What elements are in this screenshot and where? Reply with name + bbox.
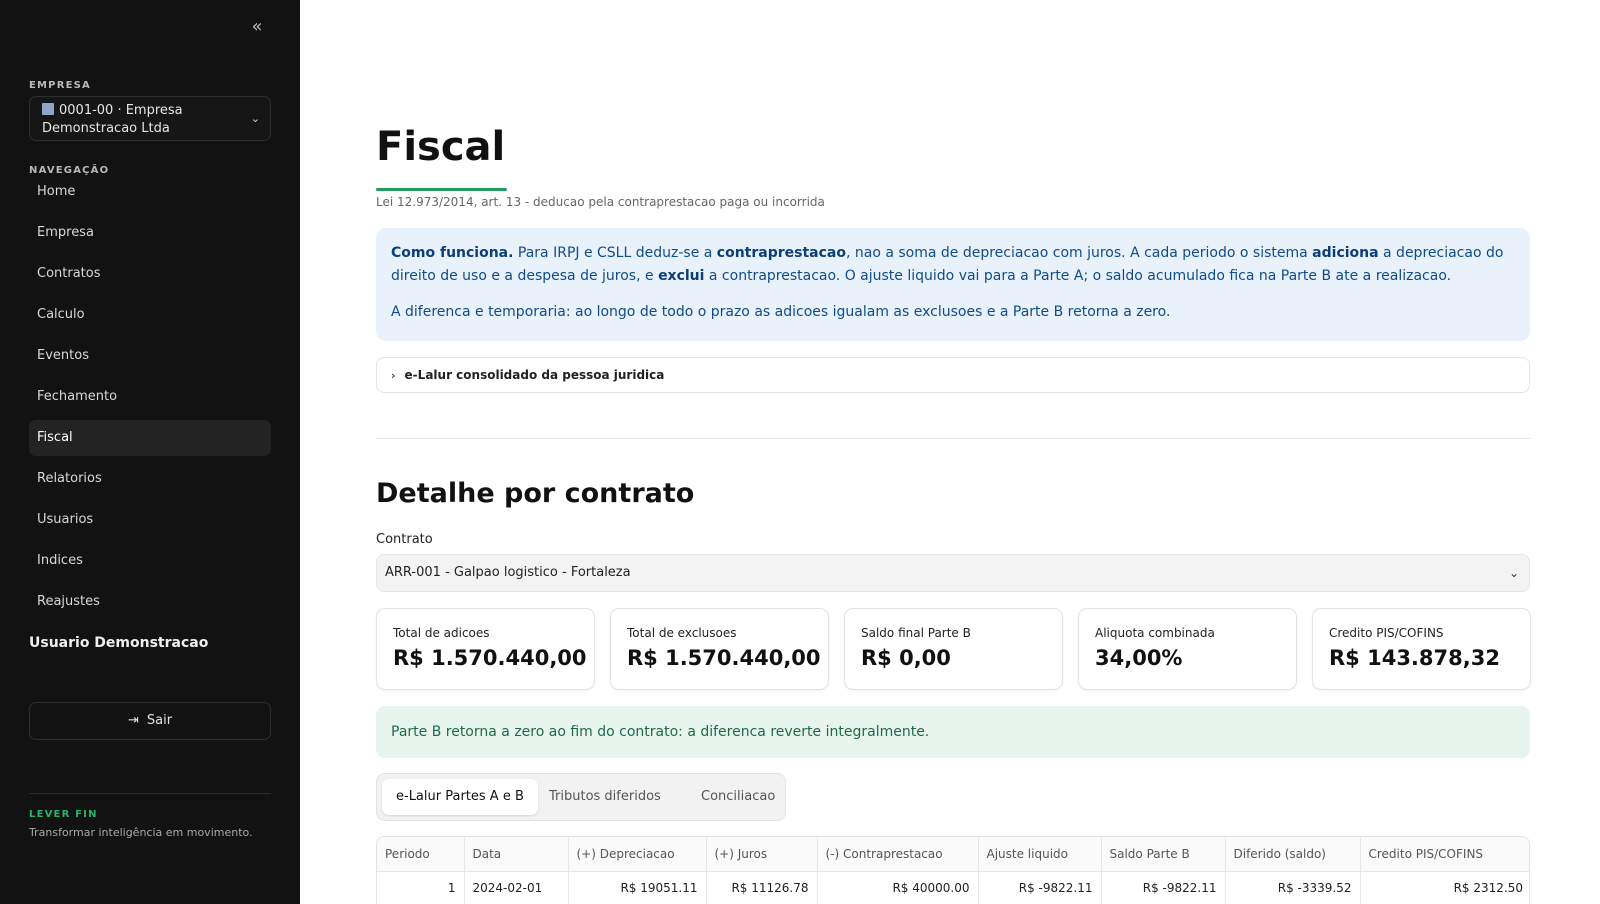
sidebar-item-fiscal[interactable]: Fiscal [29,420,271,456]
table-cell: R$ -9822.11 [1101,871,1226,904]
column-header[interactable]: Data [464,837,569,872]
elalur-consolidated-accordion[interactable]: › e-Lalur consolidado da pessoa juridica [376,357,1530,393]
sidebar-item-eventos[interactable]: Eventos [29,338,271,374]
contract-label: Contrato [376,532,433,547]
sidebar-item-calculo[interactable]: Calculo [29,297,271,333]
column-header[interactable]: (+) Juros [706,837,818,872]
card-value: R$ 0,00 [861,646,951,670]
company-select-value: 0001-00 · Empresa Demonstracao Ltda [42,103,183,136]
card-value: R$ 1.570.440,00 [393,646,587,670]
collapse-sidebar-icon[interactable]: « [246,16,268,38]
sidebar-item-fechamento[interactable]: Fechamento [29,379,271,415]
column-header[interactable]: (-) Contraprestacao [817,837,979,872]
summary-card: Total de adicoes R$ 1.570.440,00 [376,608,595,690]
logout-icon: ⇥ [127,713,139,728]
summary-card: Saldo final Parte B R$ 0,00 [844,608,1063,690]
company-select[interactable]: 0001-00 · Empresa Demonstracao Ltda ⌄ [29,96,271,141]
table-row: 1 2024-02-01 R$ 19051.11 R$ 11126.78 R$ 4000… [377,871,1529,904]
table-cell: R$ 11126.78 [706,871,818,904]
card-value: R$ 1.570.440,00 [627,646,821,670]
card-label: Credito PIS/COFINS [1329,626,1444,640]
column-header[interactable]: Ajuste liquido [978,837,1102,872]
table-cell: R$ 19051.11 [568,871,707,904]
column-header[interactable]: Credito PIS/COFINS [1360,837,1529,872]
sidebar-item-usuarios[interactable]: Usuarios [29,502,271,538]
info-text: a contraprestacao. O ajuste liquido vai … [704,268,1452,284]
summary-card: Total de exclusoes R$ 1.570.440,00 [610,608,829,690]
contract-select-value: ARR-001 - Galpao logistico - Fortaleza [385,565,631,580]
summary-card: Aliquota combinada 34,00% [1078,608,1297,690]
sidebar-item-reajustes[interactable]: Reajustes [29,584,271,620]
tab-conciliacao[interactable]: Conciliacao [687,779,789,815]
card-label: Saldo final Parte B [861,626,971,640]
card-label: Total de adicoes [393,626,490,640]
sidebar-item-relatorios[interactable]: Relatorios [29,461,271,497]
user-name: Usuario Demonstracao [29,635,209,651]
info-paragraph-2: A diferenca e temporaria: ao longo de to… [391,304,1171,320]
info-keyword: adiciona [1312,245,1379,261]
building-icon [42,103,54,115]
tab-tributos-diferidos[interactable]: Tributos diferidos [535,779,675,815]
column-header[interactable]: (+) Depreciacao [568,837,707,872]
card-label: Aliquota combinada [1095,626,1215,640]
chevron-down-icon: ⌄ [250,112,260,125]
logout-button[interactable]: ⇥ Sair [29,702,271,740]
table-cell: R$ -3339.52 [1225,871,1361,904]
sidebar-item-home[interactable]: Home [29,174,271,210]
column-header[interactable]: Diferido (saldo) [1225,837,1361,872]
sidebar-divider [29,793,271,794]
column-header[interactable]: Periodo [377,837,465,872]
table-cell: 2024-02-01 [464,871,569,904]
summary-cards: Total de adicoes R$ 1.570.440,00 Total de … [376,608,1531,690]
info-keyword: exclui [658,268,705,284]
section-title: Detalhe por contrato [376,478,695,509]
logout-label: Sair [146,713,173,728]
info-keyword: Como funciona. [391,245,514,261]
table-cell: R$ 2312.50 [1360,871,1529,904]
page-title: Fiscal [376,124,506,170]
title-underline [376,188,507,191]
sidebar-nav: Home Empresa Contratos Calculo Eventos Fecham… [29,174,271,625]
chevron-down-icon: ⌄ [1508,566,1519,580]
table-body: 1 2024-02-01 R$ 19051.11 R$ 11126.78 R$ 4000… [377,871,1529,904]
section-divider [376,438,1530,439]
brand-name: LEVER FIN [29,809,98,820]
sidebar-item-indices[interactable]: Indices [29,543,271,579]
summary-card: Credito PIS/COFINS R$ 143.878,32 [1312,608,1531,690]
accordion-label: e-Lalur consolidado da pessoa juridica [404,368,665,382]
table-cell: 1 [377,871,465,904]
card-value: 34,00% [1095,646,1183,670]
brand-tagline: Transformar inteligência em movimento. [29,826,253,839]
info-text: , nao a soma de depreciacao com juros. A… [845,245,1313,261]
info-box: Como funciona. Para IRPJ e CSLL deduz-se… [376,228,1530,341]
chevron-right-icon: › [391,369,396,382]
contract-select[interactable]: ARR-001 - Galpao logistico - Fortaleza ⌄ [376,554,1530,592]
info-text: Para IRPJ e CSLL deduz-se a [513,245,717,261]
company-section-label: EMPRESA [29,80,91,91]
elalur-table: Periodo Data (+) Depreciacao (+) Juros (-) C… [376,836,1530,904]
success-message: Parte B retorna a zero ao fim do contrat… [376,706,1530,758]
card-label: Total de exclusoes [627,626,737,640]
card-value: R$ 143.878,32 [1329,646,1500,670]
tabs: e-Lalur Partes A e B Tributos diferidos Co… [376,773,786,821]
info-keyword: contraprestacao [716,245,846,261]
sidebar-item-contratos[interactable]: Contratos [29,256,271,292]
tab-elalur[interactable]: e-Lalur Partes A e B [382,779,538,815]
sidebar-item-empresa[interactable]: Empresa [29,215,271,251]
sidebar: « EMPRESA 0001-00 · Empresa Demonstracao… [0,0,300,904]
page-subtitle: Lei 12.973/2014, art. 13 - deducao pela … [376,195,825,209]
table-header-row: Periodo Data (+) Depreciacao (+) Juros (-) C… [377,837,1529,872]
column-header[interactable]: Saldo Parte B [1101,837,1226,872]
info-paragraph-1: Como funciona. Para IRPJ e CSLL deduz-se… [391,242,1515,288]
table-cell: R$ -9822.11 [978,871,1102,904]
table-cell: R$ 40000.00 [817,871,979,904]
